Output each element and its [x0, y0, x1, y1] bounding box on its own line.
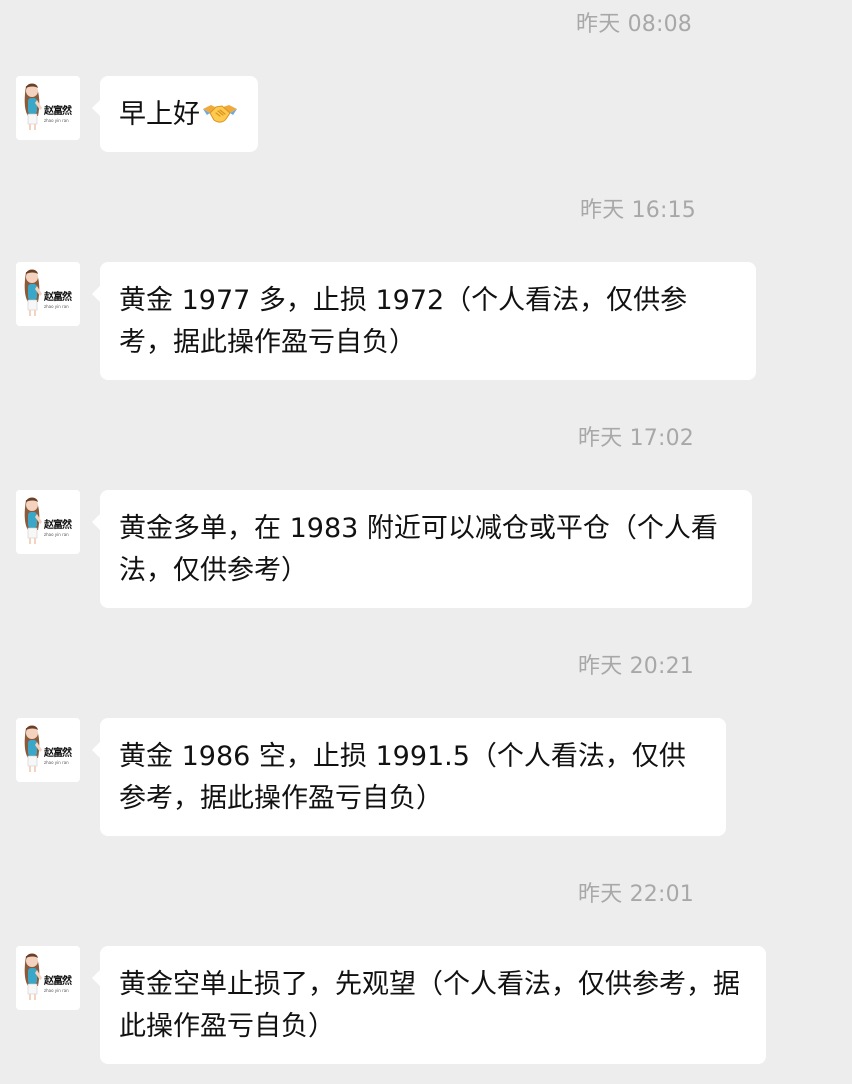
message-text: 黄金 1977 多，止损 1972（个人看法，仅供参考，据此操作盈亏自负）: [119, 285, 688, 358]
timestamp: 昨天 16:15: [580, 198, 696, 223]
avatar[interactable]: 赵富然 zhao yin ran: [16, 76, 80, 140]
chat-window: 昨天 08:08 赵富然 zhao yin ran 早上好 昨天 16:15 赵…: [0, 0, 852, 1084]
avatar-romanized: zhao yin ran: [44, 988, 69, 993]
message-bubble[interactable]: 黄金 1977 多，止损 1972（个人看法，仅供参考，据此操作盈亏自负）: [92, 262, 756, 380]
avatar-romanized: zhao yin ran: [44, 532, 69, 537]
message-bubble[interactable]: 黄金空单止损了，先观望（个人看法，仅供参考，据此操作盈亏自负）: [92, 946, 766, 1064]
message-bubble[interactable]: 黄金多单，在 1983 附近可以减仓或平仓（个人看法，仅供参考）: [92, 490, 752, 608]
message-text: 黄金 1986 空，止损 1991.5（个人看法，仅供参考，据此操作盈亏自负）: [119, 741, 686, 814]
timestamp: 昨天 08:08: [576, 12, 692, 37]
message-text: 黄金多单，在 1983 附近可以减仓或平仓（个人看法，仅供参考）: [119, 513, 718, 586]
message-text: 早上好: [119, 99, 200, 130]
avatar-romanized: zhao yin ran: [44, 304, 69, 309]
avatar-signature: 赵富然: [44, 976, 72, 987]
timestamp: 昨天 20:21: [578, 654, 694, 679]
message-bubble[interactable]: 早上好: [92, 76, 258, 152]
avatar[interactable]: 赵富然 zhao yin ran: [16, 490, 80, 554]
message-bubble[interactable]: 黄金 1986 空，止损 1991.5（个人看法，仅供参考，据此操作盈亏自负）: [92, 718, 726, 836]
avatar-romanized: zhao yin ran: [44, 118, 69, 123]
timestamp: 昨天 22:01: [578, 882, 694, 907]
avatar[interactable]: 赵富然 zhao yin ran: [16, 718, 80, 782]
avatar[interactable]: 赵富然 zhao yin ran: [16, 946, 80, 1010]
avatar[interactable]: 赵富然 zhao yin ran: [16, 262, 80, 326]
avatar-signature: 赵富然: [44, 520, 72, 531]
handshake-icon: [203, 105, 237, 123]
avatar-romanized: zhao yin ran: [44, 760, 69, 765]
message-text: 黄金空单止损了，先观望（个人看法，仅供参考，据此操作盈亏自负）: [119, 969, 740, 1042]
avatar-signature: 赵富然: [44, 748, 72, 759]
timestamp: 昨天 17:02: [578, 426, 694, 451]
avatar-signature: 赵富然: [44, 292, 72, 303]
avatar-signature: 赵富然: [44, 106, 72, 117]
